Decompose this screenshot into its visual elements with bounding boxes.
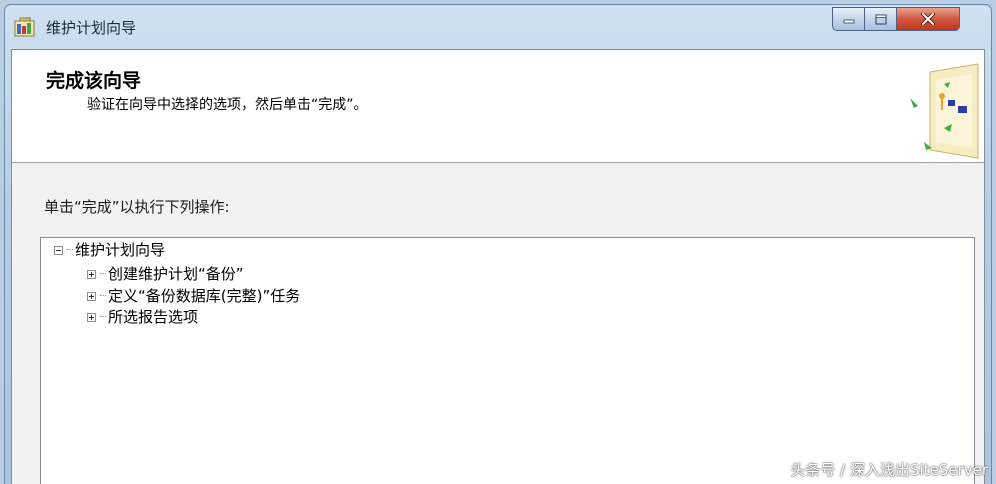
tree-connector bbox=[100, 295, 106, 297]
actions-tree[interactable]: 维护计划向导 创建维护计划“备份” 定义“备份数据库(完整)”任务 所选报告选项 bbox=[40, 237, 975, 484]
tree-node-label: 创建维护计划“备份” bbox=[108, 265, 244, 283]
expand-icon[interactable] bbox=[87, 291, 96, 301]
expand-icon[interactable] bbox=[87, 269, 96, 279]
tree-node-label: 所选报告选项 bbox=[108, 308, 199, 326]
title-bar[interactable]: 维护计划向导 bbox=[5, 5, 991, 49]
tree-node-label: 定义“备份数据库(完整)”任务 bbox=[108, 287, 301, 305]
tree-connector bbox=[67, 249, 73, 251]
maximize-button[interactable] bbox=[864, 7, 897, 31]
wizard-content: 完成该向导 验证在向导中选择的选项，然后单击“完成”。 单击“完成”以执行下列操… bbox=[11, 49, 985, 484]
page-subtitle: 验证在向导中选择的选项，然后单击“完成”。 bbox=[87, 97, 368, 113]
instruction-text: 单击“完成”以执行下列操作: bbox=[44, 198, 230, 216]
wizard-window: 维护计划向导 完成该向导 验证在向导中选择的选项，然后单击“完成”。 单击“完成… bbox=[4, 4, 992, 484]
close-button[interactable] bbox=[896, 7, 960, 31]
wizard-graphic-icon bbox=[910, 63, 979, 159]
tree-node-label: 维护计划向导 bbox=[75, 241, 166, 259]
wizard-header: 完成该向导 验证在向导中选择的选项，然后单击“完成”。 bbox=[12, 50, 984, 163]
collapse-icon[interactable] bbox=[54, 245, 63, 255]
tree-node-define-task[interactable]: 定义“备份数据库(完整)”任务 bbox=[87, 287, 300, 305]
tree-node-create-plan[interactable]: 创建维护计划“备份” bbox=[87, 265, 244, 283]
tree-connector bbox=[100, 273, 106, 275]
tree-node-report-options[interactable]: 所选报告选项 bbox=[87, 308, 198, 326]
maximize-icon bbox=[875, 14, 886, 24]
watermark: 头条号 / 深入浅出SiteServer bbox=[790, 461, 988, 479]
tree-connector bbox=[100, 316, 106, 318]
page-title: 完成该向导 bbox=[46, 70, 142, 92]
maintenance-plan-icon bbox=[14, 17, 35, 37]
wizard-body: 单击“完成”以执行下列操作: 维护计划向导 创建维护计划“备份” 定义“备份数据… bbox=[12, 163, 984, 484]
minimize-button[interactable] bbox=[832, 7, 865, 31]
minimize-icon bbox=[843, 19, 854, 24]
window-title: 维护计划向导 bbox=[46, 19, 137, 37]
close-icon bbox=[921, 13, 935, 25]
expand-icon[interactable] bbox=[87, 312, 96, 322]
tree-root-node[interactable]: 维护计划向导 bbox=[54, 241, 165, 259]
